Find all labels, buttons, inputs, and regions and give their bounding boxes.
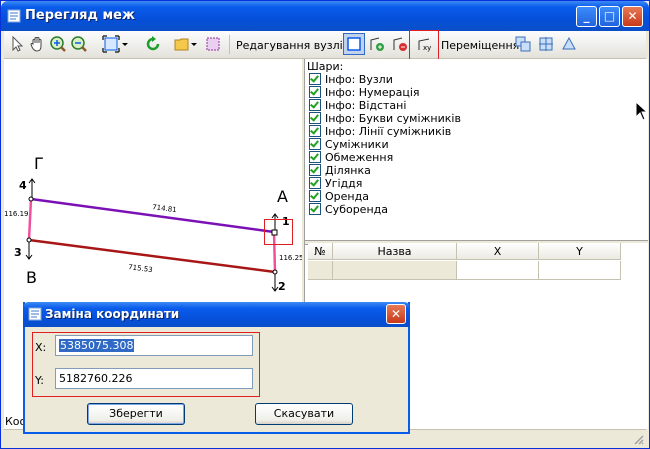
resize-grip-icon[interactable] (632, 433, 644, 448)
move-label: Переміщення: (441, 39, 523, 52)
layer-item[interactable]: Обмеження (309, 151, 393, 164)
rotate-parcel-icon[interactable] (560, 35, 578, 53)
delete-node-icon[interactable] (391, 35, 409, 53)
close-button[interactable]: ✕ (622, 6, 643, 27)
x-coordinate-value: 5385075.308 (59, 339, 135, 352)
y-field-label: Y: (35, 374, 44, 387)
node-number: 4 (19, 179, 27, 192)
title-bar[interactable]: Перегляд меж _ □ ✕ (1, 1, 649, 31)
highlight-selected-node (264, 219, 293, 245)
replace-coordinate-dialog: Заміна координати ✕ X: 5385075.308 Y: 51… (23, 302, 410, 434)
node-point[interactable] (26, 237, 32, 243)
node-number: 3 (14, 246, 22, 259)
pointer-icon[interactable] (8, 35, 26, 53)
separator (229, 35, 230, 54)
edit-nodes-label: Редагування вузлів: (236, 39, 353, 52)
layers-header: Шари: (307, 60, 344, 73)
layer-item[interactable]: Суміжники (309, 138, 389, 151)
highlight-edit-coordinates-tool (409, 30, 439, 60)
x-field-label: X: (35, 341, 47, 354)
chevron-down-icon[interactable] (190, 35, 198, 53)
distance-label: 116.19 (4, 210, 29, 218)
zoom-out-icon[interactable] (70, 35, 88, 53)
checkbox-checked-icon[interactable] (309, 112, 321, 124)
checkbox-checked-icon[interactable] (309, 138, 321, 150)
layer-item[interactable]: Суборенда (309, 203, 388, 216)
toolbar: Редагування вузлів: xy Переміщення: (4, 31, 646, 59)
app-icon (7, 9, 21, 23)
distance-label: 116.25 (279, 254, 302, 262)
adjacent-label: В (26, 268, 37, 287)
y-coordinate-input[interactable]: 5182760.226 (55, 368, 253, 389)
column-header-name[interactable]: Назва (333, 243, 457, 260)
dialog-app-icon (28, 307, 42, 324)
edit-node-select-icon[interactable] (343, 33, 365, 55)
node-arrows (25, 178, 279, 292)
table-cell[interactable] (539, 261, 621, 280)
cancel-button[interactable]: Скасувати (255, 403, 353, 425)
checkbox-checked-icon[interactable] (309, 190, 321, 202)
dialog-title: Заміна координати (45, 307, 180, 321)
move-parcel-icon[interactable] (537, 35, 555, 53)
node-point[interactable] (28, 196, 34, 202)
distance-label: 714.81 (152, 203, 177, 214)
layer-item[interactable]: Угіддя (309, 177, 362, 190)
table-cell[interactable] (457, 261, 539, 280)
node-point[interactable] (272, 269, 278, 275)
layer-item[interactable]: Інфо: Вузли (309, 73, 393, 86)
layer-item[interactable]: Інфо: Нумерація (309, 86, 420, 99)
node-number: 2 (278, 280, 286, 293)
pan-hand-icon[interactable] (28, 35, 46, 53)
column-header-y[interactable]: Y (539, 243, 621, 260)
layer-item[interactable]: Оренда (309, 190, 369, 203)
layer-item[interactable]: Інфо: Лінії суміжників (309, 125, 451, 138)
column-header-x[interactable]: X (457, 243, 539, 260)
checkbox-checked-icon[interactable] (309, 203, 321, 215)
minimize-button[interactable]: _ (576, 6, 597, 27)
adjacent-label: А (277, 187, 288, 206)
layer-item[interactable]: Ділянка (309, 164, 371, 177)
left-boundary-line (27, 198, 33, 241)
zoom-in-icon[interactable] (49, 35, 67, 53)
distance-label: 715.53 (128, 263, 153, 274)
dialog-title-bar[interactable]: Заміна координати ✕ (23, 302, 410, 327)
window-title: Перегляд меж (25, 8, 135, 23)
checkbox-checked-icon[interactable] (309, 151, 321, 163)
checkbox-checked-icon[interactable] (309, 86, 321, 98)
save-button[interactable]: Зберегти (87, 403, 185, 425)
checkbox-checked-icon[interactable] (309, 73, 321, 85)
add-node-icon[interactable] (368, 35, 386, 53)
layer-item[interactable]: Інфо: Відстані (309, 99, 406, 112)
layers-icon[interactable] (204, 35, 222, 53)
table-row-header[interactable] (308, 261, 333, 280)
x-coordinate-input[interactable]: 5385075.308 (55, 335, 253, 356)
adjacent-label: Г (34, 154, 44, 173)
column-header-number[interactable]: № (308, 243, 333, 260)
checkbox-checked-icon[interactable] (309, 177, 321, 189)
maximize-button[interactable]: □ (599, 6, 620, 27)
checkbox-checked-icon[interactable] (309, 125, 321, 137)
layer-item[interactable]: Інфо: Букви суміжників (309, 112, 461, 125)
dialog-close-button[interactable]: ✕ (386, 304, 406, 324)
zoom-extent-icon[interactable] (102, 35, 120, 53)
table-cell[interactable] (333, 261, 457, 280)
mouse-cursor-icon (635, 100, 649, 124)
refresh-icon[interactable] (144, 35, 162, 53)
checkbox-checked-icon[interactable] (309, 164, 321, 176)
checkbox-checked-icon[interactable] (309, 99, 321, 111)
move-node-icon[interactable] (514, 35, 532, 53)
chevron-down-icon[interactable] (121, 35, 129, 53)
